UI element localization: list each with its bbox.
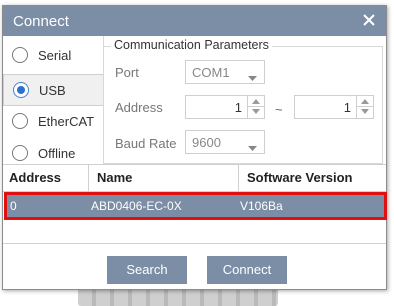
column-header-software-version[interactable]: Software Version [238, 165, 386, 191]
radio-serial[interactable]: Serial [3, 40, 103, 72]
address-to-value: 1 [343, 100, 351, 115]
baud-rate-value: 9600 [192, 135, 221, 150]
parameters-group-title: Communication Parameters [111, 38, 272, 52]
address-from-input[interactable]: 1 [185, 95, 265, 119]
row-address: 0 [10, 199, 17, 213]
close-icon[interactable] [360, 11, 378, 29]
chevron-down-icon [248, 140, 257, 155]
address-to-input[interactable]: 1 [294, 95, 374, 119]
radio-usb-label: USB [39, 83, 66, 98]
address-label: Address [115, 100, 163, 115]
spin-down-icon[interactable] [248, 107, 264, 118]
spin-down-icon[interactable] [357, 107, 373, 118]
baud-rate-select[interactable]: 9600 [185, 130, 265, 154]
connect-dialog: Connect Serial USB EtherCAT Offline Comm… [2, 5, 387, 290]
radio-ethercat-label: EtherCAT [38, 114, 95, 129]
radio-usb[interactable]: USB [3, 74, 103, 106]
radio-offline-label: Offline [38, 146, 76, 161]
column-header-name[interactable]: Name [88, 165, 238, 191]
address-range-separator: ~ [275, 102, 283, 117]
column-header-address[interactable]: Address [9, 165, 89, 191]
table-header: Address Name Software Version [3, 165, 386, 192]
port-select[interactable]: COM1 [185, 60, 265, 84]
spin-up-icon[interactable] [357, 96, 373, 107]
port-value: COM1 [192, 65, 230, 80]
search-button[interactable]: Search [107, 256, 187, 284]
radio-circle-icon [12, 145, 28, 161]
address-from-value: 1 [234, 100, 242, 115]
row-name: ABD0406-EC-0X [91, 199, 182, 213]
table-row[interactable]: 0 ABD0406-EC-0X V106Ba [6, 194, 386, 218]
radio-selected-icon [13, 82, 29, 98]
connect-button[interactable]: Connect [207, 256, 287, 284]
radio-circle-icon [12, 113, 28, 129]
radio-serial-label: Serial [38, 48, 72, 63]
device-table: Address Name Software Version 0 ABD0406-… [3, 164, 387, 244]
row-software-version: V106Ba [240, 199, 283, 213]
radio-ethercat[interactable]: EtherCAT [3, 106, 103, 138]
chevron-down-icon [248, 70, 257, 85]
port-label: Port [115, 65, 139, 80]
connection-type-list: Serial USB EtherCAT Offline [3, 36, 104, 164]
title-bar: Connect [3, 6, 386, 36]
radio-circle-icon [12, 47, 28, 63]
baud-rate-label: Baud Rate [115, 136, 177, 151]
spin-up-icon[interactable] [248, 96, 264, 107]
dialog-title: Connect [13, 13, 69, 30]
